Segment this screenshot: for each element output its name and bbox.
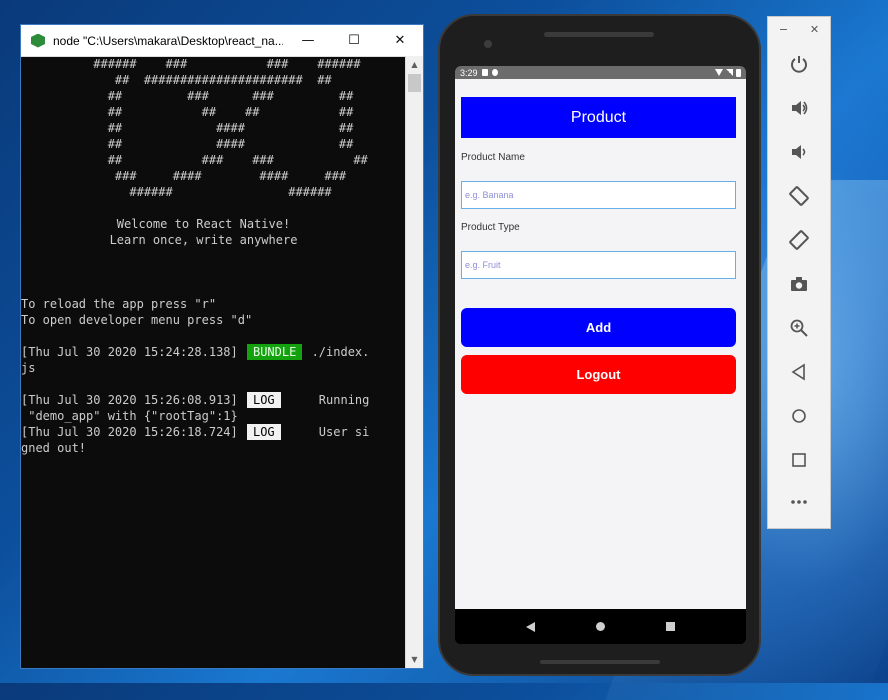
log-timestamp: [Thu Jul 30 2020 15:26:08.913]	[21, 393, 238, 407]
add-button[interactable]: Add	[461, 308, 736, 347]
react-native-ascii-logo: ###### ### ### ###### ## ###############…	[21, 56, 406, 200]
android-status-bar: 3:29	[455, 66, 746, 79]
log-entry-signout: [Thu Jul 30 2020 15:26:18.724] LOG User …	[21, 424, 406, 440]
console-scrollbar[interactable]: ▲ ▼	[405, 56, 423, 668]
log-message: Running	[282, 393, 370, 407]
toolbar-minimize-button[interactable]: −	[779, 23, 788, 36]
android-emulator-device: 3:29 Product Product Name Product Type A…	[438, 14, 761, 676]
close-button[interactable]: ✕	[377, 25, 423, 56]
logout-button[interactable]: Logout	[461, 355, 736, 394]
product-name-input[interactable]	[461, 181, 736, 209]
volume-down-icon[interactable]	[780, 133, 818, 171]
log-timestamp: [Thu Jul 30 2020 15:26:18.724]	[21, 425, 238, 439]
emulator-side-toolbar: − ✕	[767, 16, 831, 529]
ascii-logo-line: ## #### ##	[21, 121, 354, 135]
more-icon[interactable]	[780, 483, 818, 521]
node-console-window: node "C:\Users\makara\Desktop\react_na..…	[20, 24, 424, 669]
ascii-logo-line: ## ## ## ##	[21, 105, 354, 119]
console-titlebar[interactable]: node "C:\Users\makara\Desktop\react_na..…	[21, 25, 423, 57]
home-icon[interactable]	[780, 397, 818, 435]
ascii-logo-line: ## ### ### ##	[21, 153, 368, 167]
log-message: ./index.	[304, 345, 370, 359]
maximize-button[interactable]: ☐	[331, 25, 377, 56]
back-icon[interactable]	[780, 353, 818, 391]
log-timestamp: [Thu Jul 30 2020 15:24:28.138]	[21, 345, 238, 359]
ascii-logo-line: ## #### ##	[21, 137, 354, 151]
ascii-logo-line: ###### ######	[21, 185, 332, 199]
scroll-down-arrow-icon[interactable]: ▼	[406, 651, 423, 668]
toolbar-close-button[interactable]: ✕	[810, 23, 819, 36]
log-message: User si	[282, 425, 370, 439]
log-entry-bundle: [Thu Jul 30 2020 15:24:28.138] BUNDLE ./…	[21, 344, 406, 360]
log-message-cont: gned out!	[21, 441, 87, 455]
volume-up-icon[interactable]	[780, 89, 818, 127]
camera-icon[interactable]	[780, 265, 818, 303]
scroll-up-arrow-icon[interactable]: ▲	[406, 56, 423, 73]
product-type-label: Product Type	[461, 222, 520, 233]
phone-screen[interactable]: 3:29 Product Product Name Product Type A…	[455, 66, 746, 644]
minimize-button[interactable]: —	[285, 25, 331, 56]
nav-back-icon[interactable]	[525, 621, 535, 632]
phone-speaker	[544, 32, 654, 37]
log-message-cont: "demo_app" with {"rootTag":1}	[21, 409, 238, 423]
ascii-logo-line: ###### ### ### ######	[21, 57, 361, 71]
phone-bottom-grill	[540, 660, 660, 664]
overview-icon[interactable]	[780, 441, 818, 479]
rotate-right-icon[interactable]	[780, 221, 818, 259]
scroll-thumb[interactable]	[408, 74, 421, 92]
welcome-text: Welcome to React Native!	[116, 217, 291, 231]
sync-icon	[491, 69, 498, 76]
zoom-icon[interactable]	[780, 309, 818, 347]
rotate-left-icon[interactable]	[780, 177, 818, 215]
product-app: Product Product Name Product Type Add Lo…	[455, 79, 746, 609]
nav-home-icon[interactable]	[595, 622, 605, 631]
battery-icon	[736, 68, 741, 77]
nav-recents-icon[interactable]	[666, 622, 676, 631]
log-badge: LOG	[246, 424, 281, 440]
page-title: Product	[461, 97, 736, 138]
wifi-icon	[715, 69, 723, 76]
power-icon[interactable]	[780, 45, 818, 83]
ascii-logo-line: ## ###################### ##	[21, 73, 332, 87]
nodejs-icon	[31, 33, 45, 48]
console-output[interactable]: ###### ### ### ###### ## ###############…	[21, 56, 406, 668]
signal-icon	[726, 69, 733, 76]
android-nav-bar	[455, 609, 746, 644]
log-entry-running: [Thu Jul 30 2020 15:26:08.913] LOG Runni…	[21, 392, 406, 408]
ascii-logo-line: ## ### ### ##	[21, 89, 354, 103]
product-type-input[interactable]	[461, 251, 736, 279]
log-message-cont: js	[21, 361, 36, 375]
reload-hint: To reload the app press "r"	[21, 297, 217, 311]
ascii-logo-line: ### #### #### ###	[21, 169, 347, 183]
bundle-badge: BUNDLE	[246, 344, 303, 360]
product-name-label: Product Name	[461, 152, 525, 163]
log-badge: LOG	[246, 392, 281, 408]
tagline-text: Learn once, write anywhere	[109, 233, 298, 247]
status-time: 3:29	[460, 67, 478, 78]
sd-card-icon	[481, 69, 488, 76]
devmenu-hint: To open developer menu press "d"	[21, 313, 253, 327]
phone-camera	[484, 40, 492, 48]
console-title: node "C:\Users\makara\Desktop\react_na..…	[53, 33, 283, 48]
